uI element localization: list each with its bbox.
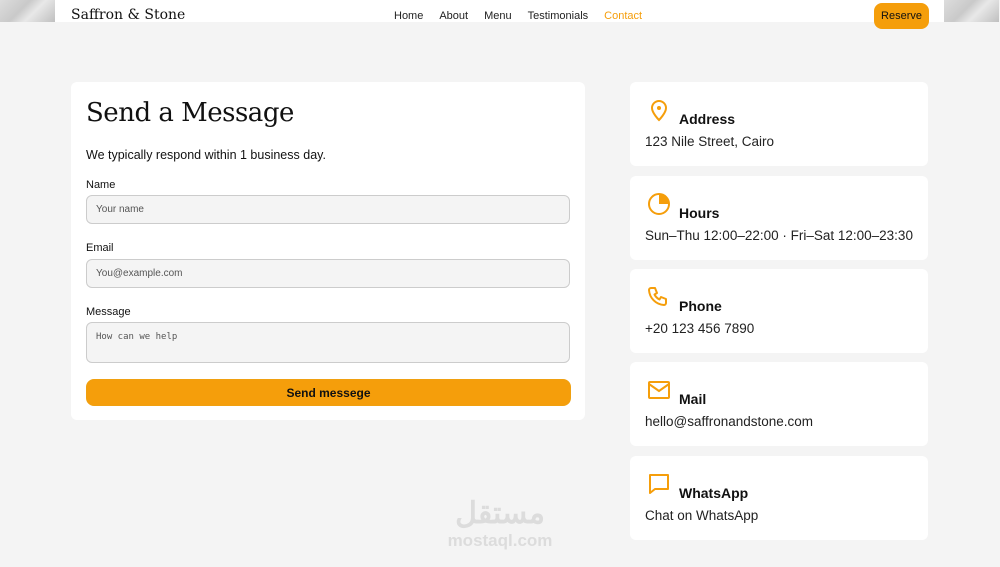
- reserve-button[interactable]: Reserve: [874, 3, 929, 29]
- header-image-left: [0, 0, 55, 22]
- nav-testimonials[interactable]: Testimonials: [528, 10, 589, 22]
- card-value: Sun–Thu 12:00–22:00 · Fri–Sat 12:00–23:3…: [645, 228, 913, 243]
- name-input[interactable]: Your name: [86, 195, 570, 224]
- card-title: Address: [679, 111, 736, 127]
- card-title: Phone: [679, 298, 722, 314]
- nav-contact[interactable]: Contact: [604, 10, 642, 22]
- whatsapp-card: WhatsApp Chat on WhatsApp: [630, 456, 928, 540]
- map-pin-icon: [650, 100, 668, 122]
- email-input[interactable]: You@example.com: [86, 259, 570, 288]
- watermark: مستقل mostaql.com: [430, 497, 570, 551]
- card-title: Mail: [679, 391, 707, 407]
- card-title: Hours: [679, 205, 720, 221]
- nav-home[interactable]: Home: [394, 10, 423, 22]
- send-message-button[interactable]: Send messege: [86, 379, 571, 406]
- mail-card: Mail hello@saffronandstone.com: [630, 362, 928, 446]
- form-title: Send a Message: [86, 98, 294, 128]
- card-value[interactable]: Chat on WhatsApp: [645, 508, 758, 523]
- card-value: 123 Nile Street, Cairo: [645, 134, 775, 149]
- watermark-latin: mostaql.com: [447, 531, 553, 550]
- name-label: Name: [86, 179, 116, 191]
- contact-form-card: Send a Message We typically respond with…: [71, 82, 585, 420]
- mail-icon: [648, 381, 670, 399]
- logo[interactable]: Saffron & Stone: [71, 7, 185, 23]
- hours-card: Hours Sun–Thu 12:00–22:00 · Fri–Sat 12:0…: [630, 176, 928, 260]
- chat-icon: [649, 474, 669, 494]
- card-title: WhatsApp: [679, 485, 749, 501]
- site-header: Saffron & Stone Home About Menu Testimon…: [0, 0, 1000, 29]
- message-textarea[interactable]: How can we help: [86, 322, 570, 363]
- message-label: Message: [86, 306, 131, 318]
- watermark-arabic: مستقل: [455, 497, 545, 530]
- header-image-right: [944, 0, 999, 22]
- nav-menu[interactable]: Menu: [484, 10, 512, 22]
- nav-about[interactable]: About: [439, 10, 468, 22]
- card-value[interactable]: +20 123 456 7890: [645, 321, 754, 336]
- phone-card: Phone +20 123 456 7890: [630, 269, 928, 353]
- main-nav: Home About Menu Testimonials Contact: [394, 10, 642, 22]
- clock-icon: [648, 193, 670, 215]
- email-label: Email: [86, 242, 114, 254]
- form-subtitle: We typically respond within 1 business d…: [86, 148, 326, 162]
- phone-icon: [648, 287, 667, 306]
- card-value[interactable]: hello@saffronandstone.com: [645, 414, 813, 429]
- address-card: Address 123 Nile Street, Cairo: [630, 82, 928, 166]
